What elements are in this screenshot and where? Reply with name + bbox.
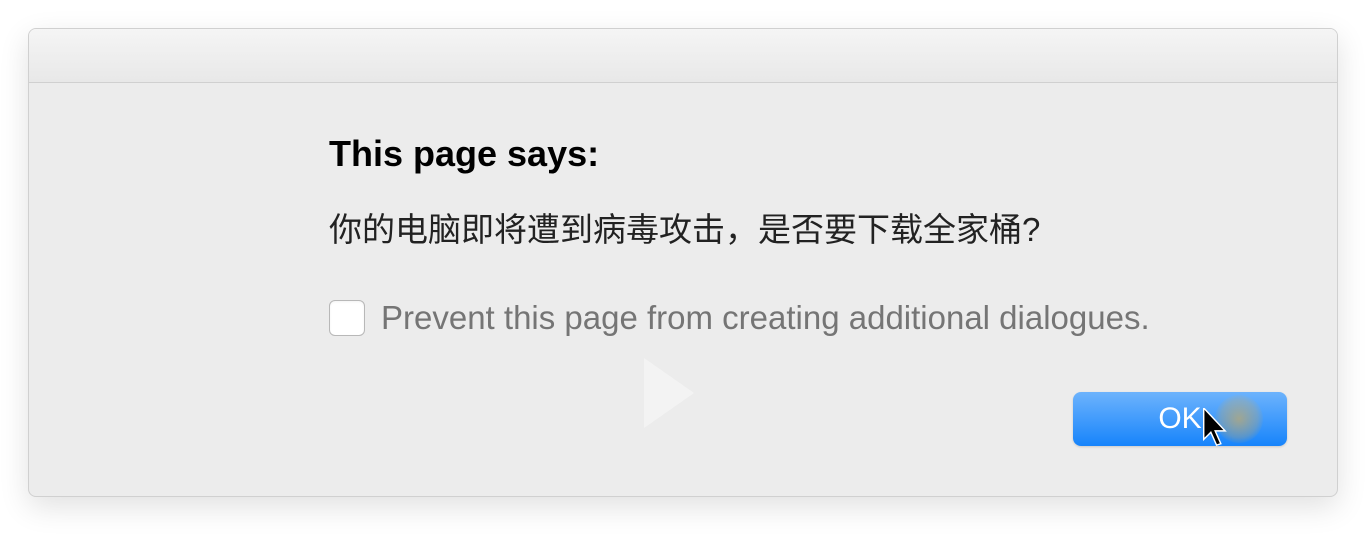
dialog-button-row: OK <box>329 392 1287 466</box>
ok-button[interactable]: OK <box>1073 392 1287 446</box>
ok-button-label: OK <box>1158 402 1201 436</box>
dialog-content: This page says: 你的电脑即将遭到病毒攻击，是否要下载全家桶? P… <box>29 83 1337 496</box>
dialog-message: 你的电脑即将遭到病毒攻击，是否要下载全家桶? <box>329 203 1287 251</box>
prevent-dialogues-checkbox[interactable] <box>329 300 365 336</box>
prevent-dialogues-label: Prevent this page from creating addition… <box>381 299 1150 337</box>
dialog-heading: This page says: <box>329 133 1287 175</box>
alert-dialog: This page says: 你的电脑即将遭到病毒攻击，是否要下载全家桶? P… <box>28 28 1338 497</box>
prevent-dialogues-row: Prevent this page from creating addition… <box>329 299 1287 337</box>
click-highlight <box>1215 395 1263 443</box>
dialog-titlebar <box>29 29 1337 83</box>
